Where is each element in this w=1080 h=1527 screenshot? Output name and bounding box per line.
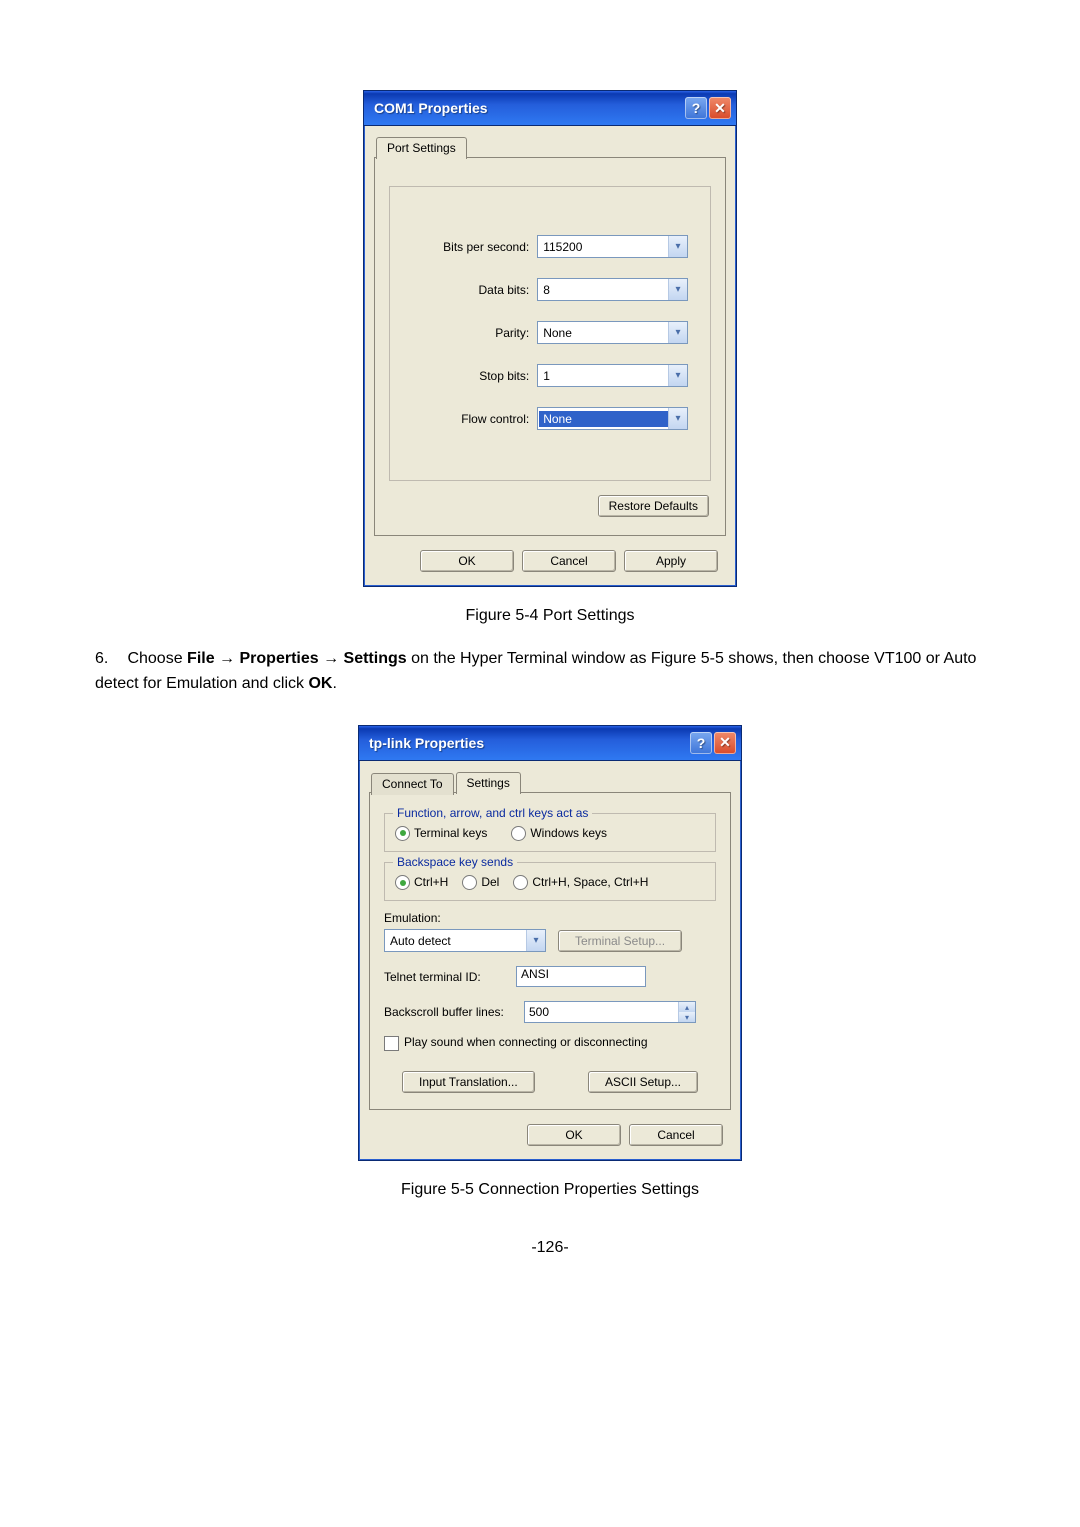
flow-label: Flow control: [412, 412, 529, 426]
page-number: -126- [80, 1239, 1020, 1257]
radio-icon [395, 826, 410, 841]
cancel-button[interactable]: Cancel [629, 1124, 723, 1146]
radio-terminal-keys[interactable]: Terminal keys [395, 826, 487, 841]
chevron-down-icon[interactable]: ▾ [668, 279, 687, 300]
input-translation-button[interactable]: Input Translation... [402, 1071, 535, 1093]
radio-icon [395, 875, 410, 890]
backscroll-label: Backscroll buffer lines: [384, 1005, 512, 1019]
chevron-down-icon[interactable]: ▾ [668, 322, 687, 343]
radio-icon [462, 875, 477, 890]
radio-icon [511, 826, 526, 841]
chevron-down-icon[interactable]: ▾ [526, 930, 545, 951]
databits-combo[interactable]: 8 ▾ [537, 278, 688, 301]
restore-defaults-button[interactable]: Restore Defaults [598, 495, 709, 517]
tab-settings[interactable]: Settings [456, 772, 521, 794]
figure-caption-1: Figure 5-4 Port Settings [80, 607, 1020, 625]
spin-down-icon[interactable]: ▾ [679, 1012, 695, 1022]
radio-icon [513, 875, 528, 890]
com1-properties-dialog: COM1 Properties ? ✕ Port Settings Bits p… [363, 90, 737, 587]
dialog-title: tp-link Properties [369, 735, 484, 751]
cancel-button[interactable]: Cancel [522, 550, 616, 572]
backspace-group: Backspace key sends Ctrl+H Del Ctrl+H, S… [384, 862, 716, 901]
parity-label: Parity: [412, 326, 529, 340]
tab-connect-to[interactable]: Connect To [371, 773, 454, 795]
figure-caption-2: Figure 5-5 Connection Properties Setting… [80, 1181, 1020, 1199]
chevron-down-icon[interactable]: ▾ [668, 236, 687, 257]
flow-combo[interactable]: None ▾ [537, 407, 688, 430]
dialog-title: COM1 Properties [374, 100, 488, 116]
close-icon[interactable]: ✕ [709, 97, 731, 119]
ok-button[interactable]: OK [420, 550, 514, 572]
radio-windows-keys[interactable]: Windows keys [511, 826, 607, 841]
terminal-setup-button: Terminal Setup... [558, 930, 682, 952]
tab-port-settings[interactable]: Port Settings [376, 137, 467, 159]
spin-up-icon[interactable]: ▴ [679, 1002, 695, 1012]
radio-del[interactable]: Del [462, 875, 499, 890]
bps-label: Bits per second: [412, 240, 529, 254]
play-sound-checkbox[interactable]: Play sound when connecting or disconnect… [384, 1035, 716, 1050]
radio-ctrl-h-space[interactable]: Ctrl+H, Space, Ctrl+H [513, 875, 648, 890]
titlebar: COM1 Properties ? ✕ [364, 91, 736, 126]
titlebar: tp-link Properties ? ✕ [359, 726, 741, 761]
stopbits-label: Stop bits: [412, 369, 529, 383]
stopbits-combo[interactable]: 1 ▾ [537, 364, 688, 387]
apply-button[interactable]: Apply [624, 550, 718, 572]
tplink-properties-dialog: tp-link Properties ? ✕ Connect To Settin… [358, 725, 742, 1161]
databits-label: Data bits: [412, 283, 529, 297]
emulation-combo[interactable]: Auto detect ▾ [384, 929, 546, 952]
chevron-down-icon[interactable]: ▾ [668, 408, 687, 429]
keys-act-as-group: Function, arrow, and ctrl keys act as Te… [384, 813, 716, 852]
instruction-step: 6. Choose File → Properties → Settings o… [80, 647, 1020, 697]
bps-combo[interactable]: 115200 ▾ [537, 235, 688, 258]
ok-button[interactable]: OK [527, 1124, 621, 1146]
radio-ctrl-h[interactable]: Ctrl+H [395, 875, 448, 890]
ascii-setup-button[interactable]: ASCII Setup... [588, 1071, 698, 1093]
checkbox-icon [384, 1036, 399, 1051]
emulation-label: Emulation: [384, 911, 716, 925]
help-icon[interactable]: ? [690, 732, 712, 754]
parity-combo[interactable]: None ▾ [537, 321, 688, 344]
close-icon[interactable]: ✕ [714, 732, 736, 754]
help-icon[interactable]: ? [685, 97, 707, 119]
chevron-down-icon[interactable]: ▾ [668, 365, 687, 386]
telnet-label: Telnet terminal ID: [384, 970, 504, 984]
backscroll-spinner[interactable]: 500 ▴ ▾ [524, 1001, 696, 1023]
telnet-id-field[interactable]: ANSI [516, 966, 646, 987]
